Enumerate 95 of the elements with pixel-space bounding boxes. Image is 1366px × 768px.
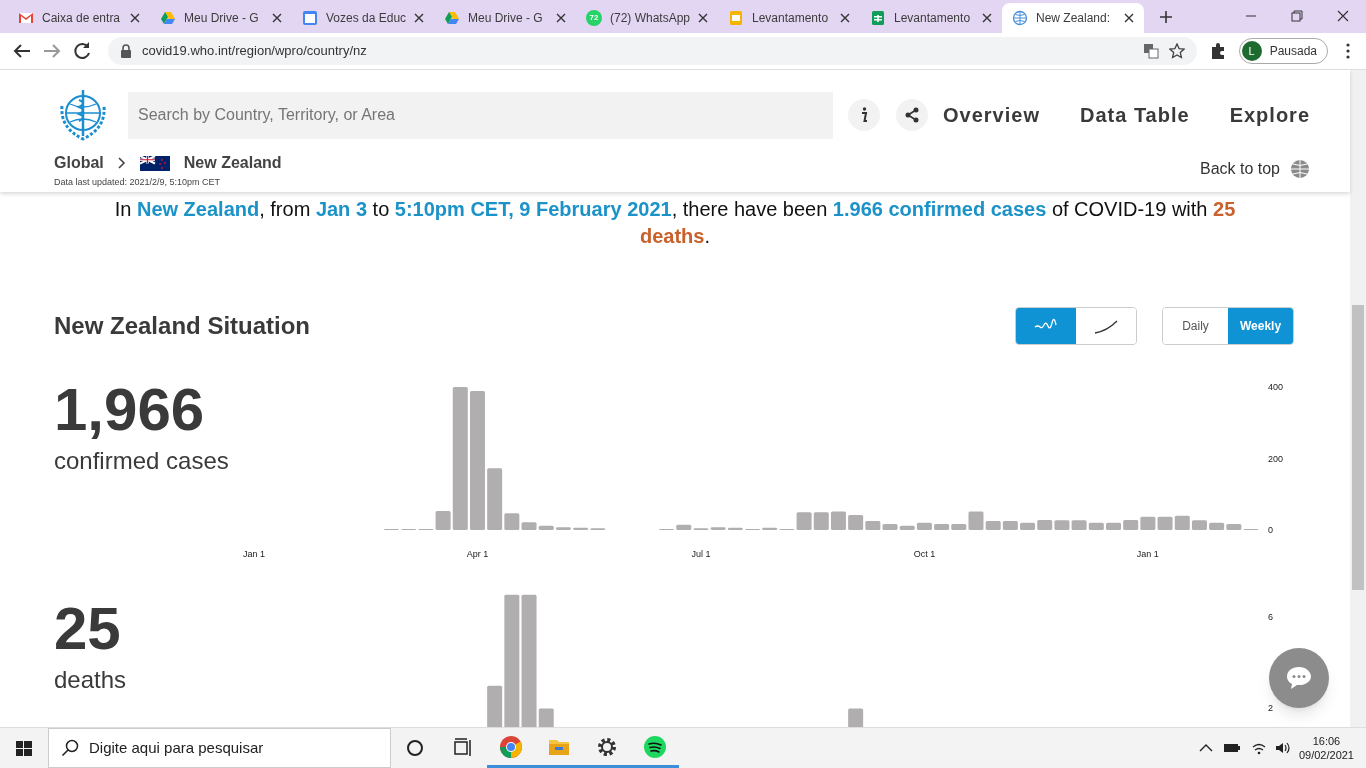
music-circle-icon bbox=[643, 734, 667, 759]
tab-title: Levantamento bbox=[752, 10, 830, 27]
metric-label: deaths bbox=[54, 664, 128, 695]
close-icon[interactable] bbox=[982, 13, 992, 23]
browser-tab[interactable]: New Zealand: bbox=[1002, 3, 1144, 33]
browser-tab[interactable]: Levantamento bbox=[860, 3, 1002, 33]
browser-tab[interactable]: Levantamento bbox=[718, 3, 860, 33]
profile-label: Pausada bbox=[1269, 43, 1317, 60]
info-button[interactable] bbox=[848, 99, 880, 131]
speaker-icon[interactable] bbox=[1274, 741, 1291, 755]
tab-title: Vozes da Educ bbox=[326, 10, 406, 27]
y-axis-label: 400 bbox=[1268, 381, 1284, 392]
last-updated-text: Data last updated: 2021/2/9, 5:10pm CET bbox=[54, 176, 222, 189]
country-name: New Zealand bbox=[183, 153, 282, 173]
metric-value: 25 bbox=[54, 599, 122, 658]
close-icon[interactable] bbox=[130, 13, 140, 23]
browser-tab[interactable]: 72 (72) WhatsApp bbox=[576, 3, 718, 33]
translate-icon[interactable] bbox=[1142, 43, 1159, 59]
calendar-icon bbox=[302, 10, 318, 26]
bar bbox=[1002, 520, 1018, 530]
bar bbox=[1157, 516, 1173, 530]
nav-link[interactable]: Explore bbox=[1229, 100, 1310, 130]
bar bbox=[813, 511, 829, 530]
chat-bubble-icon bbox=[1285, 665, 1313, 691]
chevron-up-icon[interactable] bbox=[1198, 743, 1213, 753]
address-bar[interactable]: covid19.who.int/region/wpro/country/nz bbox=[108, 37, 1197, 65]
search-icon bbox=[61, 739, 79, 757]
tab-title: New Zealand: bbox=[1036, 10, 1112, 27]
metric-label: confirmed cases bbox=[54, 445, 230, 476]
y-axis-label: 6 bbox=[1268, 612, 1273, 623]
share-icon bbox=[904, 107, 920, 123]
browser-tab[interactable]: Caixa de entra bbox=[8, 3, 150, 33]
tab-title: (72) WhatsApp bbox=[610, 10, 690, 27]
triangle-icon bbox=[444, 10, 460, 26]
triangle-icon bbox=[160, 10, 176, 26]
browser-tab[interactable]: Vozes da Educ bbox=[292, 3, 434, 33]
star-icon[interactable] bbox=[1168, 43, 1185, 59]
bar bbox=[1071, 520, 1087, 530]
plus-icon[interactable] bbox=[1159, 10, 1173, 24]
close-icon[interactable] bbox=[1124, 13, 1134, 23]
nav-link[interactable]: Data Table bbox=[1079, 100, 1190, 130]
search-field[interactable]: Search by Country, Territory, or Area bbox=[128, 91, 833, 139]
flag-icon bbox=[139, 155, 170, 171]
y-axis-label: 2 bbox=[1268, 703, 1273, 714]
envelope-icon bbox=[18, 10, 34, 26]
browser-tab[interactable]: Meu Drive - G bbox=[150, 3, 292, 33]
back-to-top-link[interactable]: Back to top bbox=[1199, 157, 1310, 181]
scrollbar-thumb[interactable] bbox=[1352, 305, 1364, 590]
close-icon[interactable] bbox=[556, 13, 566, 23]
tab-title: Meu Drive - G bbox=[468, 10, 544, 27]
tab-title: Levantamento bbox=[894, 10, 972, 27]
globe-icon bbox=[1012, 10, 1028, 26]
close-icon[interactable] bbox=[840, 13, 850, 23]
url-text: covid19.who.int/region/wpro/country/nz bbox=[142, 42, 368, 61]
browser-tab[interactable]: Meu Drive - G bbox=[434, 3, 576, 33]
close-icon[interactable] bbox=[414, 13, 424, 23]
spreadsheet-icon bbox=[870, 10, 886, 26]
globe-icon bbox=[1290, 159, 1310, 179]
bar bbox=[1054, 520, 1070, 530]
chrome-icon bbox=[499, 734, 523, 759]
close-icon[interactable] bbox=[698, 13, 708, 23]
avatar: L bbox=[1241, 41, 1262, 61]
metric-value: 1,966 bbox=[54, 380, 206, 439]
x-axis-label: Jul 1 bbox=[691, 548, 711, 559]
share-button[interactable] bbox=[896, 99, 928, 131]
section-title: New Zealand Situation bbox=[54, 310, 311, 341]
x-axis-label: Apr 1 bbox=[466, 548, 489, 559]
chevron-right-icon bbox=[117, 157, 126, 169]
info-icon bbox=[860, 107, 868, 123]
summary-text: In New Zealand, from Jan 3 to 5:10pm CET, 9 February 2021, there have been 1.966 confirmed cases of COVID-19 with 25 deaths. bbox=[113, 196, 1237, 249]
count-badge: 72 bbox=[586, 10, 602, 26]
y-axis-label: 200 bbox=[1268, 453, 1284, 464]
bar bbox=[1123, 519, 1139, 530]
wifi-icon[interactable] bbox=[1250, 741, 1267, 755]
x-axis-label: Oct 1 bbox=[913, 548, 936, 559]
bar bbox=[830, 511, 846, 530]
close-icon[interactable] bbox=[272, 13, 282, 23]
slides-icon bbox=[728, 10, 744, 26]
tab-title: Meu Drive - G bbox=[184, 10, 260, 27]
taskbar-search-field[interactable]: Digite aqui para pesquisar bbox=[48, 728, 391, 768]
scrollbar[interactable] bbox=[1350, 70, 1366, 727]
chart-style-toggle[interactable] bbox=[1016, 307, 1076, 344]
breadcrumb-link[interactable]: Global bbox=[54, 151, 104, 175]
y-axis-label: 0 bbox=[1268, 524, 1273, 535]
x-axis-label: Jan 1 bbox=[243, 548, 265, 559]
taskbar-clock[interactable]: 16:06 09/02/2021 bbox=[1298, 734, 1354, 762]
bar bbox=[1106, 522, 1121, 530]
bar bbox=[848, 708, 864, 727]
lock-icon bbox=[120, 44, 132, 58]
tab-title: Caixa de entra bbox=[42, 10, 122, 27]
bar bbox=[1037, 519, 1053, 530]
x-axis-label: Jan 1 bbox=[1136, 548, 1159, 559]
nav-link[interactable]: Overview bbox=[943, 100, 1040, 130]
bar bbox=[1140, 516, 1156, 530]
battery-icon[interactable] bbox=[1222, 742, 1241, 754]
